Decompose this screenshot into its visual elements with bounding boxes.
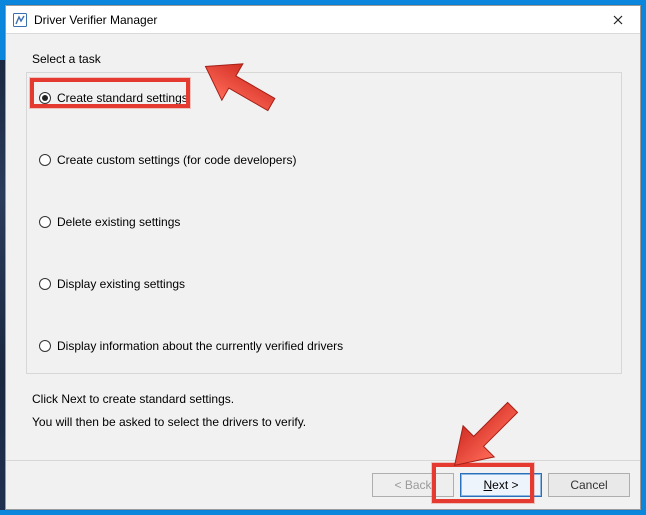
hint-line-2: You will then be asked to select the dri… (32, 411, 622, 434)
cancel-label: Cancel (570, 478, 607, 492)
radio-delete-existing[interactable]: Delete existing settings (39, 213, 615, 231)
radio-icon (39, 278, 51, 290)
back-button: < Back (372, 473, 454, 497)
close-icon (613, 15, 623, 25)
radio-create-standard[interactable]: Create standard settings (39, 89, 615, 107)
radio-icon (39, 216, 51, 228)
wizard-footer: < Back Next > Cancel (6, 460, 640, 509)
back-label: < Back (394, 478, 431, 492)
hint-line-1: Click Next to create standard settings. (32, 388, 622, 411)
task-label: Select a task (32, 52, 622, 66)
window-title: Driver Verifier Manager (34, 13, 596, 27)
close-button[interactable] (596, 6, 640, 34)
task-groupbox: Create standard settings Create custom s… (26, 72, 622, 374)
next-button[interactable]: Next > (460, 473, 542, 497)
cancel-button[interactable]: Cancel (548, 473, 630, 497)
titlebar: Driver Verifier Manager (6, 6, 640, 34)
radio-display-existing[interactable]: Display existing settings (39, 275, 615, 293)
radio-icon (39, 154, 51, 166)
radio-label: Create custom settings (for code develop… (57, 153, 296, 167)
verifier-icon (12, 12, 28, 28)
radio-create-custom[interactable]: Create custom settings (for code develop… (39, 151, 615, 169)
radio-label: Display information about the currently … (57, 339, 343, 353)
radio-label: Display existing settings (57, 277, 185, 291)
radio-icon (39, 340, 51, 352)
radio-label: Create standard settings (57, 91, 188, 105)
radio-icon (39, 92, 51, 104)
hint-text: Click Next to create standard settings. … (32, 388, 622, 434)
wizard-page: Select a task Create standard settings C… (6, 34, 640, 460)
next-label: Next > (483, 478, 518, 492)
radio-display-current[interactable]: Display information about the currently … (39, 337, 615, 355)
driver-verifier-window: Driver Verifier Manager Select a task Cr… (5, 5, 641, 510)
radio-label: Delete existing settings (57, 215, 180, 229)
